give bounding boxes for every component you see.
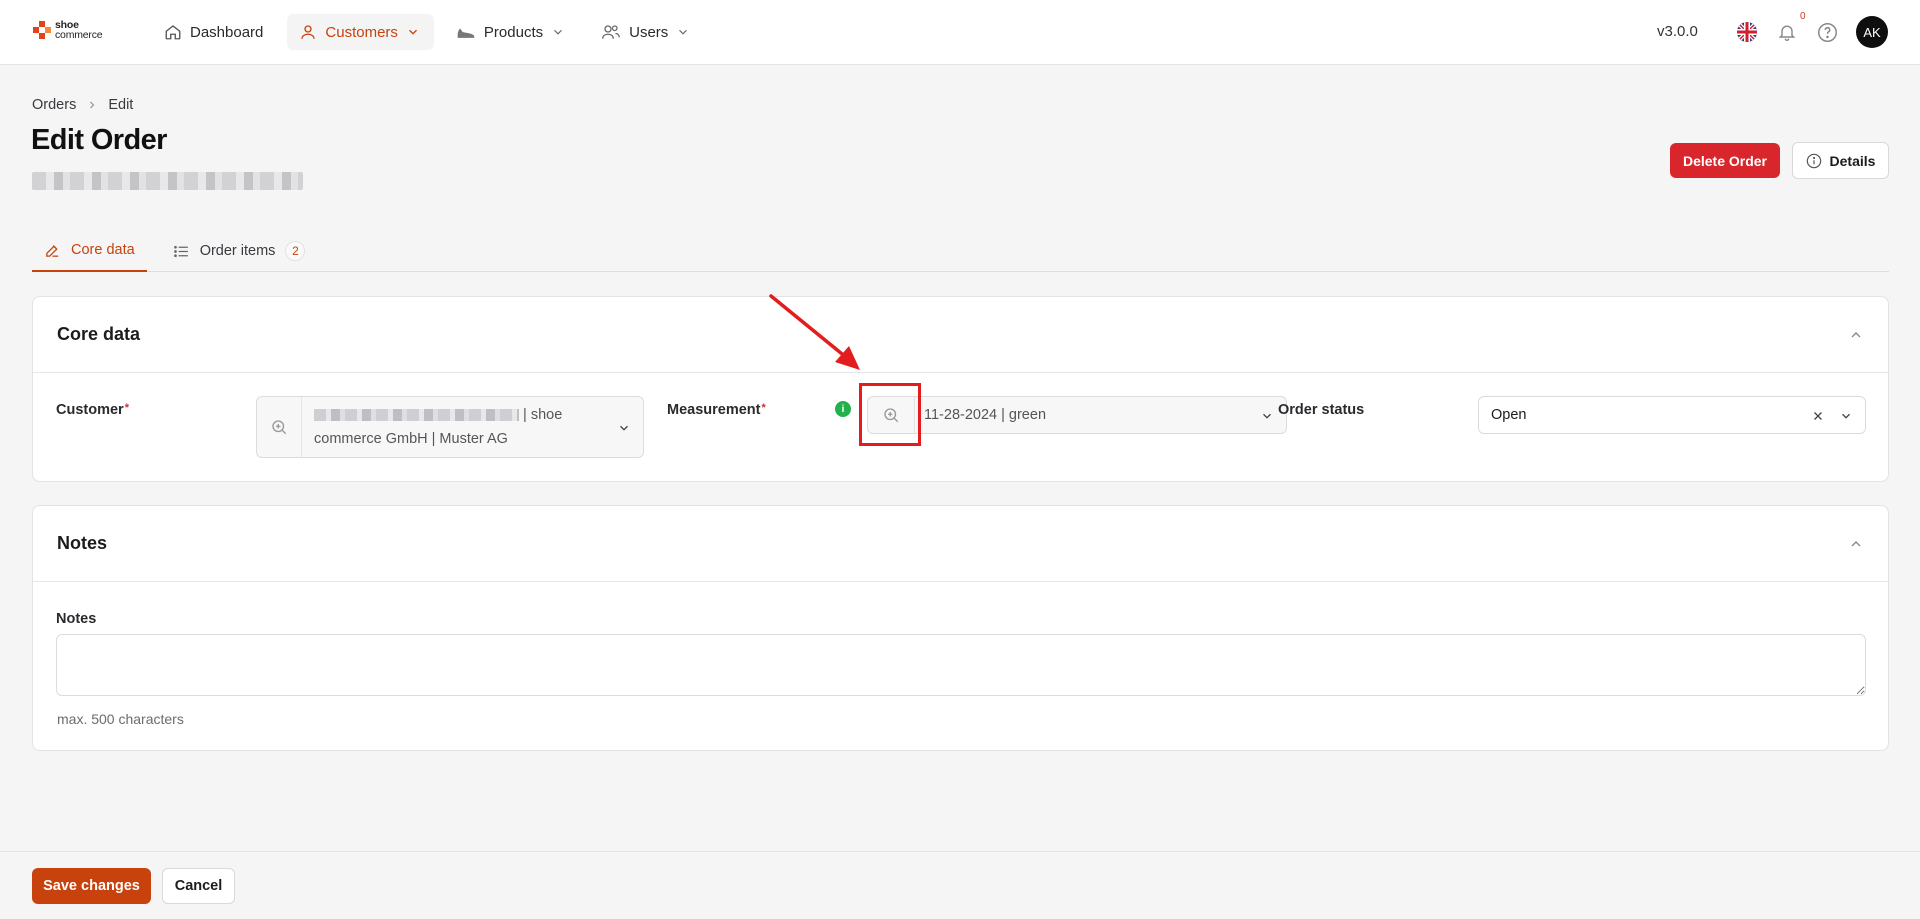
customer-value: | shoe commerce GmbH | Muster AG xyxy=(314,407,563,447)
help-icon[interactable] xyxy=(1817,22,1838,43)
uk-flag-icon[interactable] xyxy=(1737,22,1757,42)
notes-helper-text: max. 500 characters xyxy=(57,711,184,727)
bell-icon[interactable] xyxy=(1777,22,1797,42)
measurement-value: 11-28-2024 | green xyxy=(924,407,1047,423)
nav-dashboard[interactable]: Dashboard xyxy=(152,14,277,50)
chevron-down-icon xyxy=(554,29,563,35)
customer-id-redacted xyxy=(314,409,519,422)
chevron-up-icon[interactable] xyxy=(1848,536,1864,552)
tab-core-data-label: Core data xyxy=(71,242,135,258)
edit-icon xyxy=(46,244,59,257)
nav-customers[interactable]: Customers xyxy=(287,14,434,50)
cancel-button[interactable]: Cancel xyxy=(162,868,235,904)
chevron-down-icon xyxy=(1263,413,1271,419)
page-title: Edit Order xyxy=(31,124,167,156)
breadcrumb-orders[interactable]: Orders xyxy=(32,97,76,113)
brand-line-2: commerce xyxy=(55,29,103,41)
order-status-select[interactable]: Open xyxy=(1478,396,1866,434)
top-navigation-bar: shoe commerce Dashboard Customers Produc… xyxy=(0,0,1920,65)
breadcrumb-edit: Edit xyxy=(108,97,134,113)
tab-core-data[interactable]: Core data xyxy=(32,230,147,272)
measurement-select[interactable]: 11-28-2024 | green xyxy=(867,396,1287,434)
order-status-label: Order status xyxy=(1278,402,1365,418)
chevron-down-icon xyxy=(679,29,688,35)
app-version: v3.0.0 xyxy=(1657,23,1698,40)
notes-card: Notes Notes max. 500 characters xyxy=(32,505,1889,751)
measurement-label: Measurement* xyxy=(667,402,766,418)
user-icon xyxy=(301,25,316,39)
list-icon xyxy=(173,245,188,257)
tab-order-items[interactable]: Order items 2 xyxy=(161,230,318,272)
order-items-count-badge: 2 xyxy=(285,241,306,261)
core-data-card: Core data Customer* | shoe commerce GmbH… xyxy=(32,296,1889,482)
order-id-redacted xyxy=(32,172,303,190)
customer-label: Customer* xyxy=(56,402,129,418)
chevron-down-icon xyxy=(620,425,628,431)
details-button-label: Details xyxy=(1829,152,1876,169)
notification-count: 0 xyxy=(1800,11,1806,22)
order-status-value: Open xyxy=(1491,407,1527,423)
chevron-right-icon xyxy=(90,101,95,109)
logo-mark-icon xyxy=(33,21,51,39)
zoom-in-icon xyxy=(884,408,899,423)
customer-lookup-button[interactable] xyxy=(257,397,302,457)
notes-textarea[interactable] xyxy=(56,634,1866,696)
core-data-card-title: Core data xyxy=(57,324,141,344)
shoe-icon xyxy=(457,28,475,38)
tab-order-items-label: Order items xyxy=(199,243,276,259)
nav-products[interactable]: Products xyxy=(444,14,579,50)
notes-card-header: Notes xyxy=(33,506,1888,582)
measurement-info-icon[interactable]: i xyxy=(835,401,851,417)
home-icon xyxy=(165,25,181,40)
customer-select[interactable]: | shoe commerce GmbH | Muster AG xyxy=(256,396,644,458)
notes-label: Notes xyxy=(56,611,97,627)
nav-users[interactable]: Users xyxy=(589,14,704,50)
nav-users-label: Users xyxy=(629,23,669,41)
delete-order-button[interactable]: Delete Order xyxy=(1670,143,1780,178)
users-icon xyxy=(602,25,621,39)
form-footer: Save changes Cancel xyxy=(0,851,1920,919)
info-icon xyxy=(1806,153,1821,168)
core-data-card-header: Core data xyxy=(33,297,1888,373)
chevron-down-icon xyxy=(1842,413,1850,419)
zoom-in-icon xyxy=(272,420,287,435)
nav-customers-label: Customers xyxy=(325,23,398,41)
clear-icon[interactable] xyxy=(1811,409,1825,423)
notes-card-title: Notes xyxy=(57,533,108,553)
breadcrumb: Orders Edit xyxy=(32,97,133,113)
details-button[interactable]: Details xyxy=(1792,142,1889,179)
shoe-commerce-logo[interactable]: shoe commerce xyxy=(33,20,103,41)
nav-dashboard-label: Dashboard xyxy=(190,23,264,41)
chevron-up-icon[interactable] xyxy=(1848,327,1864,343)
measurement-lookup-button[interactable] xyxy=(868,397,915,433)
chevron-down-icon xyxy=(408,29,417,35)
tab-bar: Core data Order items 2 xyxy=(32,230,1889,272)
nav-products-label: Products xyxy=(483,23,544,41)
main-nav: Dashboard Customers Products Users xyxy=(152,14,704,50)
avatar[interactable]: AK xyxy=(1856,16,1888,48)
save-changes-button[interactable]: Save changes xyxy=(32,868,151,904)
